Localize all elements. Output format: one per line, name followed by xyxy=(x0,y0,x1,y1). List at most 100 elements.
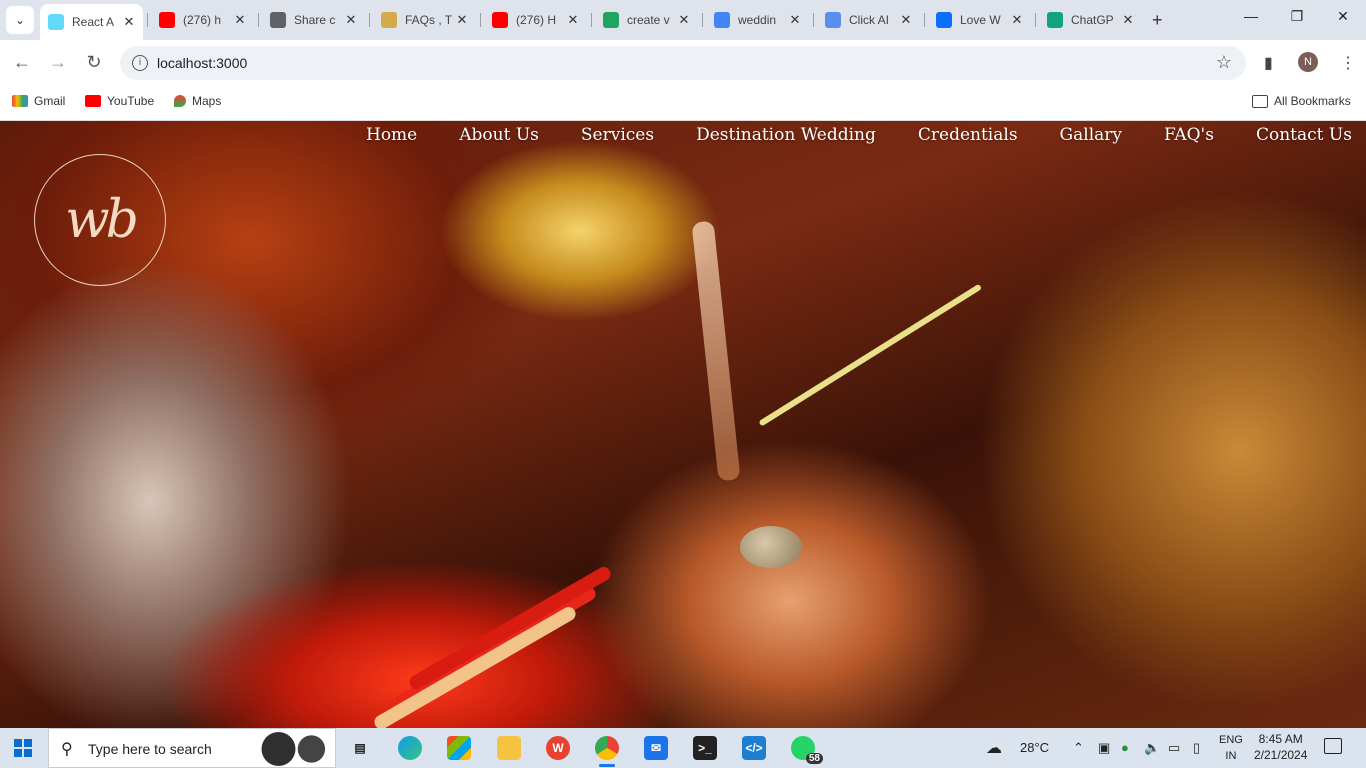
back-icon[interactable]: ← xyxy=(10,52,34,73)
maps-icon xyxy=(174,95,186,107)
nav-about-us[interactable]: About Us xyxy=(459,125,539,145)
tab-strip: ⌄ React A ✕ (276) h ✕ Share c ✕ FAQs , T ✕ (276)… xyxy=(0,0,1366,40)
nav-services[interactable]: Services xyxy=(581,125,654,145)
bookmark-youtube[interactable]: YouTube xyxy=(85,94,154,108)
nav-contact-us[interactable]: Contact Us xyxy=(1256,125,1352,145)
browser-tab[interactable]: Love W ✕ xyxy=(928,6,1031,34)
bookmark-label: Gmail xyxy=(34,94,66,108)
tab-title: Share c xyxy=(294,13,336,27)
system-clock[interactable]: 8:45 AM 2/21/2024 xyxy=(1254,731,1307,763)
terminal-icon[interactable]: >_ xyxy=(693,736,717,760)
tab-title: FAQs , T xyxy=(405,13,453,27)
reload-icon[interactable]: ↻ xyxy=(82,52,106,73)
side-panel-icon[interactable]: ▮ xyxy=(1264,53,1273,73)
close-tab-icon[interactable]: ✕ xyxy=(121,14,137,30)
battery-icon[interactable]: ▭ xyxy=(1168,740,1180,756)
edge-icon[interactable] xyxy=(398,736,422,760)
task-view-icon[interactable]: ▤ xyxy=(348,736,372,760)
weather-temp[interactable]: 28°C xyxy=(1020,740,1049,755)
close-tab-icon[interactable]: ✕ xyxy=(676,12,692,28)
close-tab-icon[interactable]: ✕ xyxy=(232,12,248,28)
display-icon[interactable]: ▯ xyxy=(1193,740,1200,756)
tab-separator xyxy=(1035,13,1036,27)
tab-separator xyxy=(591,13,592,27)
bookmark-gmail[interactable]: Gmail xyxy=(12,94,65,108)
search-highlight-image xyxy=(261,731,331,767)
close-tab-icon[interactable]: ✕ xyxy=(565,12,581,28)
taskbar-search[interactable]: ⚲ Type here to search xyxy=(48,728,336,768)
file-explorer-icon[interactable] xyxy=(497,736,521,760)
close-window-icon[interactable]: ✕ xyxy=(1333,8,1353,25)
bookmark-star-icon[interactable]: ☆ xyxy=(1216,52,1232,73)
nav-destination-wedding[interactable]: Destination Wedding xyxy=(696,125,876,145)
site-navigation: Home About Us Services Destination Weddi… xyxy=(366,125,1366,145)
browser-tab[interactable]: (276) h ✕ xyxy=(151,6,254,34)
mail-icon[interactable]: ✉ xyxy=(644,736,668,760)
youtube-icon xyxy=(492,12,508,28)
nav-faqs[interactable]: FAQ's xyxy=(1164,125,1214,145)
forward-icon[interactable]: → xyxy=(46,52,70,73)
search-placeholder: Type here to search xyxy=(88,741,212,757)
tab-separator xyxy=(813,13,814,27)
tab-separator xyxy=(369,13,370,27)
search-icon: ⚲ xyxy=(61,741,73,758)
whatsapp-icon[interactable]: 58 xyxy=(791,736,823,764)
nav-gallary[interactable]: Gallary xyxy=(1060,125,1122,145)
notification-icon[interactable] xyxy=(1324,738,1342,754)
network-icon[interactable]: ▣ xyxy=(1098,740,1110,756)
restore-icon[interactable]: ❐ xyxy=(1287,8,1307,25)
minimize-icon[interactable]: — xyxy=(1241,8,1261,24)
url-text[interactable]: localhost:3000 xyxy=(157,55,247,71)
browser-toolbar: ← → ↻ i localhost:3000 ☆ ▮ N ⋮ xyxy=(0,40,1366,86)
browser-tab[interactable]: ChatGP ✕ xyxy=(1039,6,1142,34)
profile-avatar[interactable]: N xyxy=(1298,52,1318,72)
address-bar[interactable]: i localhost:3000 ☆ xyxy=(120,46,1246,80)
close-tab-icon[interactable]: ✕ xyxy=(787,12,803,28)
browser-tab[interactable]: weddin ✕ xyxy=(706,6,809,34)
browser-tab[interactable]: FAQs , T ✕ xyxy=(373,6,476,34)
close-tab-icon[interactable]: ✕ xyxy=(454,12,470,28)
nav-home[interactable]: Home xyxy=(366,125,417,145)
wps-office-icon[interactable]: W xyxy=(546,736,570,760)
clock-date: 2/21/2024 xyxy=(1254,748,1308,762)
nav-credentials[interactable]: Credentials xyxy=(918,125,1018,145)
water-stream xyxy=(691,220,741,482)
tab-search-button[interactable]: ⌄ xyxy=(6,6,34,34)
chrome-icon[interactable] xyxy=(595,736,619,767)
close-tab-icon[interactable]: ✕ xyxy=(343,12,359,28)
tab-separator xyxy=(258,13,259,27)
browser-tab[interactable]: Share c ✕ xyxy=(262,6,365,34)
youtube-icon xyxy=(85,95,101,107)
whatsapp-badge: 58 xyxy=(805,753,823,764)
windows-start-icon[interactable] xyxy=(14,739,32,757)
close-tab-icon[interactable]: ✕ xyxy=(898,12,914,28)
browser-tab[interactable]: create v ✕ xyxy=(595,6,698,34)
browser-tab[interactable]: React A ✕ xyxy=(40,4,143,40)
youtube-icon xyxy=(159,12,175,28)
coin xyxy=(740,526,802,568)
language-indicator[interactable]: ENG IN xyxy=(1219,732,1243,764)
app-tray-icon[interactable]: ● xyxy=(1121,740,1129,755)
volume-icon[interactable]: 🔈 xyxy=(1144,740,1160,756)
chevron-up-icon[interactable]: ⌃ xyxy=(1073,740,1084,756)
vscode-icon[interactable]: </> xyxy=(742,736,766,760)
browser-tab[interactable]: Click AI ✕ xyxy=(817,6,920,34)
site-info-icon[interactable]: i xyxy=(132,55,148,71)
all-bookmarks[interactable]: All Bookmarks xyxy=(1252,94,1351,108)
new-tab-button[interactable]: + xyxy=(1152,10,1163,31)
browser-tab[interactable]: (276) H ✕ xyxy=(484,6,587,34)
store-icon[interactable] xyxy=(447,736,471,760)
weather-icon[interactable]: ☁ xyxy=(986,738,1002,758)
bookmark-maps[interactable]: Maps xyxy=(174,94,221,108)
tab-title: (276) h xyxy=(183,13,222,27)
site-logo[interactable]: wb xyxy=(34,154,166,286)
tab-title: Click AI xyxy=(849,13,890,27)
close-tab-icon[interactable]: ✕ xyxy=(1120,12,1136,28)
language-code: ENG xyxy=(1219,734,1243,746)
tab-separator xyxy=(924,13,925,27)
close-tab-icon[interactable]: ✕ xyxy=(1009,12,1025,28)
all-bookmarks-label: All Bookmarks xyxy=(1274,94,1351,108)
tab-separator xyxy=(480,13,481,27)
menu-kebab-icon[interactable]: ⋮ xyxy=(1340,53,1356,73)
bookmark-label: YouTube xyxy=(107,94,155,108)
